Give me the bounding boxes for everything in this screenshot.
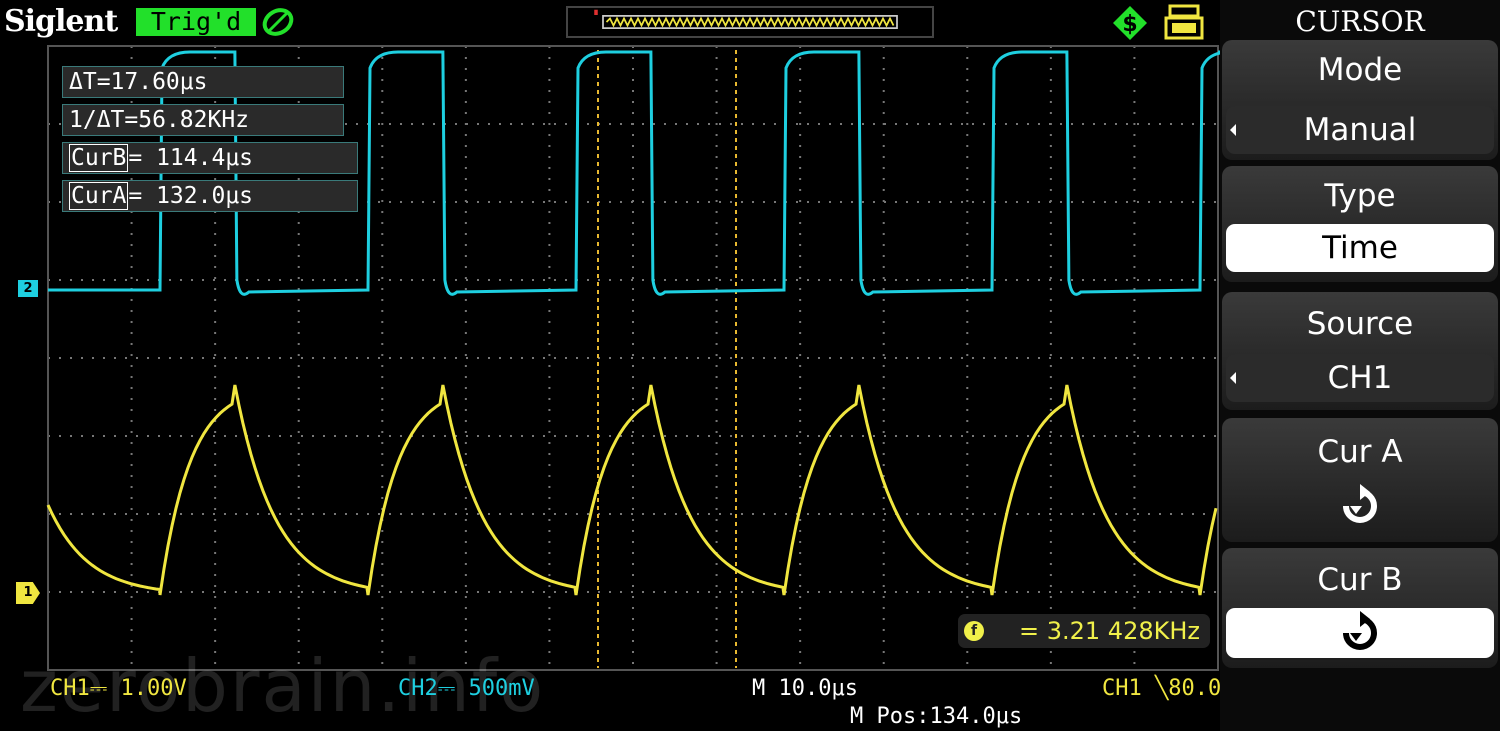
cur-a-label: Cur A: [1317, 434, 1403, 470]
cursor-a-tag: CurA: [69, 182, 129, 210]
source-value: CH1: [1226, 354, 1494, 402]
horizontal-position-readout: M Pos:134.0μs: [850, 704, 1023, 729]
cur-b-softkey[interactable]: Cur B: [1222, 548, 1498, 668]
mode-label: Mode: [1317, 52, 1403, 88]
cur-b-value-box: [1226, 608, 1494, 658]
rotate-knob-icon: [1343, 611, 1377, 650]
type-value: Time: [1226, 224, 1494, 272]
left-arrow-icon: [1230, 372, 1236, 384]
mode-value: Manual: [1226, 106, 1494, 154]
mode-softkey[interactable]: Mode Manual: [1222, 40, 1498, 160]
graticule: [48, 46, 1218, 670]
trigger-status-badge: Trig'd: [136, 8, 256, 36]
ch2-scale-readout: CH2⎓ 500mV: [398, 676, 535, 701]
oscilloscope-screen: Siglent Trig'd $ ΔT=17.60μs 1/ΔT=56.82KH…: [0, 0, 1500, 731]
trigger-coupling-icon: [262, 8, 294, 36]
cursor-b-tag: CurB: [69, 144, 129, 172]
ch2-ground-marker: 2: [18, 280, 38, 297]
memory-position-indicator: [566, 6, 934, 38]
svg-text:$: $: [1122, 12, 1137, 37]
type-softkey[interactable]: Type Time: [1222, 166, 1498, 282]
frequency-icon: f: [964, 621, 984, 641]
brand-logo: Siglent: [4, 4, 118, 39]
ch1-scale-readout: CH1⎓ 1.00V: [50, 676, 187, 701]
frequency-value: = 3.21 428KHz: [1019, 617, 1200, 645]
cursor-b-value: = 114.4μs: [128, 145, 254, 171]
timebase-readout: M 10.0μs: [752, 676, 858, 701]
dollar-icon: $: [1113, 6, 1147, 40]
cursor-b-readout: CurB= 114.4μs: [62, 142, 358, 174]
inverse-delta-t-readout: 1/ΔT=56.82KHz: [62, 104, 344, 136]
menu-title: CURSOR: [1295, 5, 1425, 38]
cur-b-label: Cur B: [1317, 562, 1403, 598]
cursor-a-readout: CurA= 132.0μs: [62, 180, 358, 212]
usb-storage-icon: [1164, 4, 1204, 40]
delta-t-readout: ΔT=17.60μs: [62, 66, 344, 98]
source-softkey[interactable]: Source CH1: [1222, 292, 1498, 410]
rotate-knob-icon: [1343, 484, 1377, 523]
source-label: Source: [1306, 306, 1414, 342]
frequency-readout: f = 3.21 428KHz: [958, 614, 1210, 648]
cursor-menu: CURSOR Mode Manual Type Time Source CH1 …: [1220, 0, 1500, 731]
cursor-a-value: = 132.0μs: [128, 183, 254, 209]
trigger-position-marker: [566, 0, 574, 10]
cur-a-softkey[interactable]: Cur A: [1222, 418, 1498, 542]
left-arrow-icon: [1230, 124, 1236, 136]
type-label: Type: [1324, 178, 1396, 214]
